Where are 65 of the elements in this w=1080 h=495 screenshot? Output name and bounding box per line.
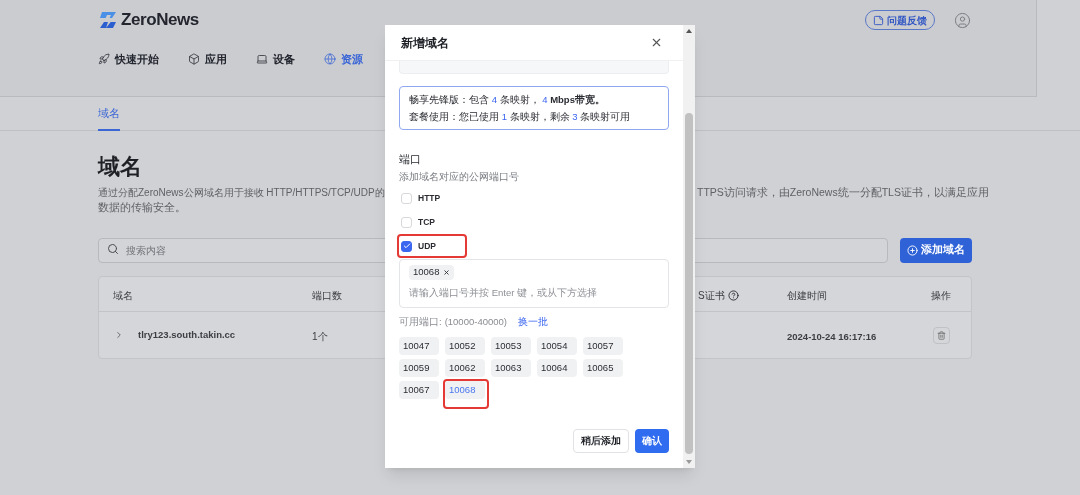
plan-info-text: 套餐使用：您已使用 1 条映射，剩余 3 条映射可用: [409, 110, 631, 123]
nav-tab[interactable]: 设备: [256, 51, 295, 68]
logo-text: ZeroNews: [121, 9, 199, 32]
table-cell: 1个: [312, 331, 328, 342]
description-text: 通过分配ZeroNews公网域名用于接收 HTTP/HTTPS/TCP/UDP的: [98, 186, 385, 200]
column-header: 操作: [931, 289, 951, 303]
nav-tab[interactable]: 应用: [188, 51, 227, 68]
expand-toggle[interactable]: [114, 330, 124, 340]
close-icon[interactable]: [650, 36, 663, 49]
laptop-icon: [256, 53, 268, 66]
logo-icon: [98, 12, 118, 28]
scroll-thumb[interactable]: [685, 113, 693, 454]
help-icon: [727, 290, 739, 301]
column-header: 创建时间: [787, 289, 827, 303]
sub-tab[interactable]: 域名: [98, 97, 120, 131]
section-label: 端口: [399, 152, 421, 166]
table-cell: 2024-10-24 16:17:16: [787, 331, 877, 342]
scroll-up-icon[interactable]: [686, 29, 692, 33]
page-title: 域名: [98, 153, 142, 181]
search-icon: [107, 243, 119, 255]
description-text: 数据的传输安全。: [98, 200, 186, 215]
plan-info-text: 畅享先锋版：包含 4 条映射， 4 Mbps带宽。: [409, 93, 605, 106]
trash-icon: [937, 330, 946, 340]
port-chip[interactable]: 10063: [491, 359, 531, 377]
confirm-button[interactable]: 确认: [635, 429, 669, 453]
column-header: 域名: [113, 289, 133, 303]
nav-tab[interactable]: 快速开始: [98, 51, 159, 68]
remove-icon[interactable]: [443, 269, 451, 276]
globe-icon: [324, 53, 336, 66]
available-ports-range: (10000-40000): [444, 314, 507, 329]
port-tag: 10068: [409, 265, 455, 280]
port-chip[interactable]: 10064: [537, 359, 577, 377]
rocket-icon: [98, 53, 110, 66]
port-chip[interactable]: 10062: [445, 359, 485, 377]
port-chip[interactable]: 10068: [445, 381, 485, 399]
protocol-checkbox[interactable]: TCP: [401, 215, 435, 229]
note-icon: [873, 14, 884, 26]
port-chip[interactable]: 10067: [399, 381, 439, 399]
port-chip[interactable]: 10052: [445, 337, 485, 355]
protocol-checkbox[interactable]: UDP: [401, 239, 436, 253]
scroll-down-icon[interactable]: [686, 460, 692, 464]
port-chip[interactable]: 10065: [583, 359, 623, 377]
port-input[interactable]: 请输入端口号并按 Enter 键，或从下方选择: [409, 286, 659, 301]
port-chip[interactable]: 10053: [491, 337, 531, 355]
column-header: S证书: [698, 288, 739, 303]
port-chip[interactable]: 10057: [583, 337, 623, 355]
tag-input-box[interactable]: 10068 请输入端口号并按 Enter 键，或从下方选择: [399, 259, 669, 308]
port-chip[interactable]: 10054: [537, 337, 577, 355]
table-cell-text: tlry123.south.takin.cc: [138, 327, 236, 342]
refresh-link[interactable]: 换一批: [517, 314, 548, 330]
cube-icon: [188, 53, 200, 66]
check-icon: [402, 242, 411, 250]
delete-button[interactable]: [933, 326, 950, 344]
column-header: 端口数: [312, 289, 342, 303]
add-domain-button[interactable]: 添加域名: [900, 237, 972, 263]
description-text: TTPS访问请求，由ZeroNews统一分配TLS证书，以满足应用: [697, 185, 989, 200]
plus-icon: [907, 244, 918, 256]
available-ports-label: 可用端口:: [399, 314, 442, 329]
avatar-icon[interactable]: [954, 11, 971, 29]
protocol-checkbox[interactable]: HTTP: [401, 191, 441, 205]
section-hint: 添加域名对应的公网端口号: [399, 171, 519, 182]
port-chip[interactable]: 10047: [399, 337, 439, 355]
port-chip[interactable]: 10059: [399, 359, 439, 377]
dialog-title: 新增域名: [401, 34, 449, 52]
later-button[interactable]: 稍后添加: [573, 429, 629, 453]
